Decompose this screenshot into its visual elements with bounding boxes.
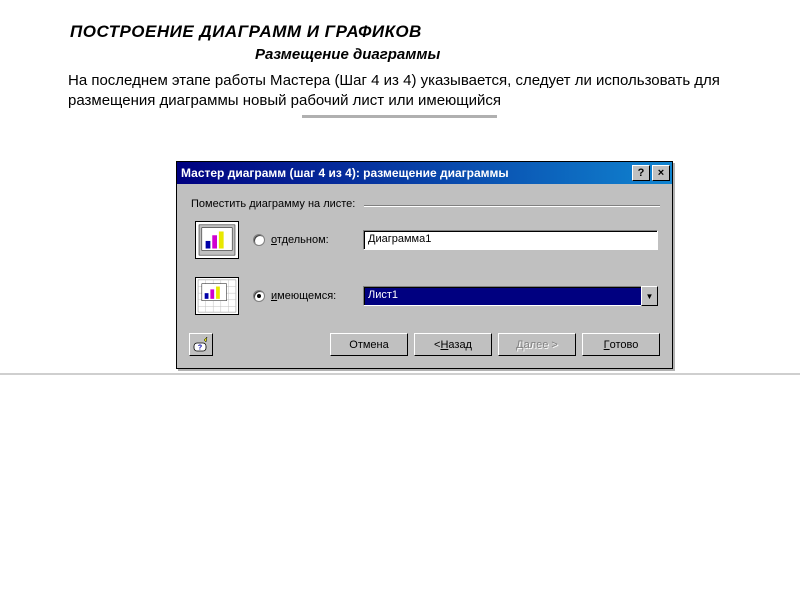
radio-existing-input[interactable] [253,290,265,302]
back-button[interactable]: < Назад [414,333,492,356]
radio-separate-label: отдельном: [271,234,329,246]
existing-sheet-icon [195,277,239,315]
finish-button[interactable]: Готово [582,333,660,356]
context-help-button[interactable]: ? [189,333,213,356]
page-title: ПОСТРОЕНИЕ ДИАГРАММ И ГРАФИКОВ [70,22,422,42]
radio-existing-label: имеющемся: [271,290,336,302]
close-button[interactable]: × [652,165,670,181]
dialog-body: Поместить диаграмму на листе: отдельном:… [177,184,672,368]
option-row-existing: имеющемся: Лист1 ▼ [189,277,660,315]
chart-wizard-dialog: Мастер диаграмм (шаг 4 из 4): размещение… [176,161,673,369]
cancel-button[interactable]: Отмена [330,333,408,356]
page-rule [0,373,800,375]
page-description: На последнем этапе работы Мастера (Шаг 4… [68,71,792,110]
chevron-down-icon[interactable]: ▼ [641,286,658,306]
titlebar: Мастер диаграмм (шаг 4 из 4): размещение… [177,162,672,184]
separate-sheet-name-input[interactable]: Диаграмма1 [363,230,658,250]
button-row: ? Отмена < Назад Далее > Готово [189,333,660,356]
radio-separate[interactable]: отдельном: [253,234,363,246]
radio-existing[interactable]: имеющемся: [253,290,363,302]
group-label: Поместить диаграмму на листе: [189,198,357,210]
divider [302,115,497,118]
new-sheet-icon [195,221,239,259]
titlebar-text: Мастер диаграмм (шаг 4 из 4): размещение… [181,166,630,180]
svg-text:?: ? [198,344,202,351]
existing-sheet-combo[interactable]: Лист1 ▼ [363,286,658,306]
next-button: Далее > [498,333,576,356]
page-subtitle: Размещение диаграммы [255,46,440,63]
help-titlebar-button[interactable]: ? [632,165,650,181]
radio-separate-input[interactable] [253,234,265,246]
option-row-separate: отдельном: Диаграмма1 [189,221,660,259]
existing-sheet-value[interactable]: Лист1 [363,286,641,306]
group-line [364,205,660,207]
